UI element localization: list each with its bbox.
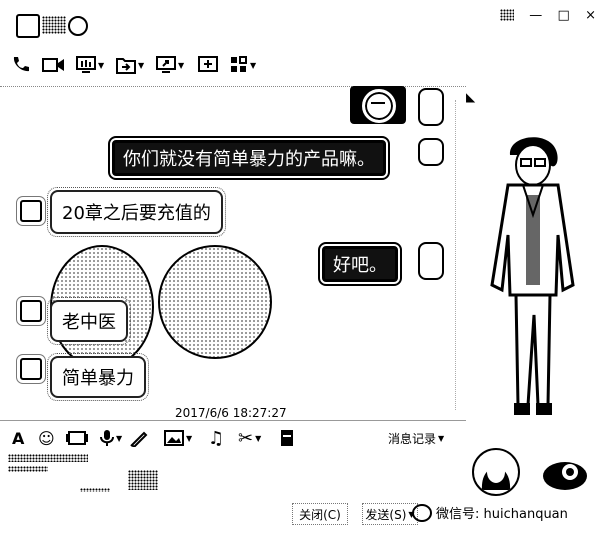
watermark: 微信号: huichanquan: [412, 503, 568, 522]
red-packet-icon[interactable]: [280, 428, 294, 448]
message-history-label: 消息记录: [388, 432, 437, 446]
input-content-redacted: [128, 470, 158, 490]
video-icon[interactable]: [42, 54, 66, 76]
close-button-label: 关闭(C): [299, 507, 341, 522]
gif-icon[interactable]: [66, 428, 88, 448]
wechat-icon: [412, 503, 432, 522]
close-chat-button[interactable]: 关闭(C): [292, 503, 348, 525]
chat-bubble-contact[interactable]: 20章之后要充值的: [47, 187, 226, 237]
file-transfer-icon[interactable]: ▼: [116, 54, 144, 76]
image-attachment[interactable]: [158, 245, 272, 359]
input-content-redacted: [80, 488, 110, 492]
chat-bubble-contact[interactable]: 老中医: [47, 297, 131, 345]
show-character-illustration: [478, 125, 588, 425]
restore-button[interactable]: □: [558, 8, 570, 23]
window-controls: — □ ×: [500, 6, 596, 24]
chevron-down-icon[interactable]: ▼: [138, 61, 144, 70]
chevron-down-icon[interactable]: ▼: [255, 434, 261, 443]
watermark-text: 微信号: huichanquan: [436, 507, 568, 522]
chevron-down-icon[interactable]: ▼: [116, 434, 122, 443]
pin-icon[interactable]: ◣: [466, 90, 480, 104]
contact-avatar[interactable]: [20, 300, 42, 322]
chat-bubble-self[interactable]: 好吧。: [320, 244, 400, 284]
contact-avatar[interactable]: [20, 200, 42, 222]
chat-bubble-self[interactable]: 你们就没有简单暴力的产品嘛。: [110, 138, 388, 178]
contact-show-avatar[interactable]: [472, 448, 520, 496]
screenshot-icon[interactable]: [130, 428, 148, 448]
font-icon[interactable]: A: [12, 428, 24, 448]
skin-icon[interactable]: [500, 9, 514, 21]
close-window-button[interactable]: ×: [585, 8, 596, 23]
self-avatar[interactable]: [418, 138, 444, 166]
music-icon[interactable]: ♫: [208, 428, 224, 449]
phone-icon[interactable]: [10, 54, 30, 76]
input-divider: [0, 420, 466, 422]
chevron-down-icon[interactable]: ▼: [98, 61, 104, 70]
self-avatar[interactable]: [418, 88, 444, 126]
add-app-icon[interactable]: [198, 54, 218, 76]
chevron-down-icon: ▼: [438, 434, 445, 443]
message-timestamp: 2017/6/6 18:27:27: [175, 406, 287, 420]
message-history-button[interactable]: 消息记录 ▼: [388, 430, 444, 447]
chevron-down-icon[interactable]: ▼: [178, 61, 184, 70]
send-button[interactable]: 发送(S) ▼: [362, 503, 418, 525]
chat-scrollbar[interactable]: [455, 100, 464, 410]
chevron-down-icon[interactable]: ▼: [250, 61, 256, 70]
minimize-button[interactable]: —: [529, 8, 542, 23]
contact-avatar[interactable]: [16, 14, 40, 38]
send-button-label: 发送(S): [365, 507, 407, 522]
message-input[interactable]: [0, 450, 466, 498]
voice-icon[interactable]: ▼: [100, 428, 122, 448]
sticker-face-icon: [362, 89, 396, 123]
self-avatar[interactable]: [418, 242, 444, 280]
image-icon[interactable]: ▼: [164, 428, 192, 448]
screen-share-icon[interactable]: ▼: [76, 54, 104, 76]
scissors-icon[interactable]: ✂ ▼: [238, 428, 261, 449]
apps-grid-icon[interactable]: ▼: [230, 54, 256, 76]
chat-bubble-contact[interactable]: 简单暴力: [47, 353, 149, 401]
self-show-avatar[interactable]: [540, 456, 590, 492]
input-content-redacted: [8, 466, 48, 472]
contact-avatar[interactable]: [20, 358, 42, 380]
chevron-down-icon[interactable]: ▼: [186, 434, 192, 443]
contact-name-redacted: [42, 16, 66, 34]
emoji-icon[interactable]: ☺: [38, 428, 55, 448]
input-content-redacted: [8, 454, 88, 462]
contact-status-icon: [68, 16, 88, 36]
sticker-message[interactable]: [350, 86, 406, 124]
chat-window: — □ × ▼ ▼ ▼ ▼ ◣ 你们就没有简单暴力的产品嘛。 20章之后要充值的…: [0, 0, 600, 540]
remote-desktop-icon[interactable]: ▼: [156, 54, 184, 76]
